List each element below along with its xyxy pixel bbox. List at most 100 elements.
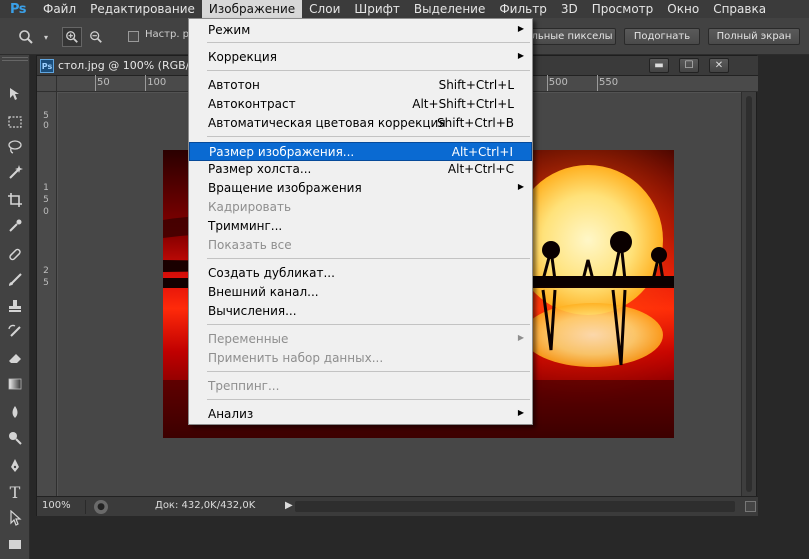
clone-stamp-tool-icon[interactable] (4, 295, 26, 317)
menu-item-shortcut: Shift+Ctrl+B (437, 116, 514, 130)
vertical-scrollbar[interactable] (741, 92, 756, 496)
ruler-origin[interactable] (37, 76, 57, 92)
gradient-tool-icon[interactable] (4, 373, 26, 395)
crop-tool-icon[interactable] (4, 189, 26, 211)
menu-separator (207, 258, 530, 259)
actual-pixels-button[interactable]: льные пикселы (528, 28, 616, 45)
vertical-ruler[interactable]: 5015025 (37, 92, 57, 496)
menu-item-calculations[interactable]: Вычисления... (189, 302, 532, 321)
menu-help[interactable]: Справка (706, 0, 773, 18)
eyedropper-tool-icon[interactable] (4, 215, 26, 237)
document-title: стол.jpg @ 100% (RGB/8 (58, 59, 197, 72)
menu-item-label: Размер холста... (208, 162, 312, 176)
fill-screen-button[interactable]: Полный экран (708, 28, 800, 45)
ruler-v-label: 0 (43, 207, 49, 217)
menu-item-image-rotation[interactable]: Вращение изображения ▶ (189, 179, 532, 198)
menu-item-label: Вычисления... (208, 304, 297, 318)
zoom-out-icon[interactable] (86, 27, 106, 47)
status-info-icon[interactable]: ● (94, 500, 108, 514)
zoom-tool-icon[interactable] (16, 27, 36, 47)
menu-item-label: Переменные (208, 332, 289, 346)
fit-screen-button[interactable]: Подогнать (624, 28, 700, 45)
rectangle-tool-icon[interactable] (4, 533, 26, 555)
menu-item-mode[interactable]: Режим ▶ (189, 21, 532, 40)
pen-tool-icon[interactable] (4, 455, 26, 477)
menu-item-apply-image[interactable]: Внешний канал... (189, 283, 532, 302)
menu-item-label: Создать дубликат... (208, 266, 335, 280)
menu-layers[interactable]: Слои (302, 0, 347, 18)
photoshop-window: Ps Файл Редактирование Изображение Слои … (0, 0, 809, 559)
minimize-button[interactable]: ▬ (649, 58, 669, 73)
ruler-h-tick (95, 75, 96, 91)
menu-item-shortcut: Alt+Ctrl+C (447, 162, 514, 176)
menu-item-label: Коррекция (208, 50, 277, 64)
menu-edit[interactable]: Редактирование (83, 0, 202, 18)
document-info: Док: 432,0K/432,0K (155, 500, 256, 511)
menu-item-auto-tone[interactable]: Автотон Shift+Ctrl+L (189, 76, 532, 95)
menu-separator (207, 70, 530, 71)
panel-grip[interactable] (2, 57, 28, 61)
menu-select[interactable]: Выделение (407, 0, 492, 18)
resize-windows-label: Настр. р (145, 29, 190, 40)
menu-separator (207, 371, 530, 372)
menubar: Ps Файл Редактирование Изображение Слои … (0, 0, 809, 18)
menu-item-canvas-size[interactable]: Размер холста... Alt+Ctrl+C (189, 160, 532, 179)
menu-file[interactable]: Файл (36, 0, 83, 18)
zoom-level[interactable]: 100% (42, 500, 71, 511)
path-selection-tool-icon[interactable] (4, 507, 26, 529)
lasso-tool-icon[interactable] (4, 136, 26, 158)
menu-type[interactable]: Шрифт (347, 0, 407, 18)
resize-windows-checkbox[interactable] (128, 31, 139, 42)
menu-item-crop: Кадрировать (189, 198, 532, 217)
brush-tool-icon[interactable] (4, 269, 26, 291)
menu-item-label: Анализ (208, 407, 254, 421)
menu-item-auto-color[interactable]: Автоматическая цветовая коррекция Shift+C… (189, 114, 532, 133)
menu-item-label: Вращение изображения (208, 181, 362, 195)
maximize-button[interactable]: ☐ (679, 58, 699, 73)
eraser-tool-icon[interactable] (4, 347, 26, 369)
ruler-v-label: 0 (43, 121, 49, 131)
submenu-arrow-icon: ▶ (517, 24, 524, 33)
menu-item-label: Кадрировать (208, 200, 292, 214)
menu-image[interactable]: Изображение (201, 0, 303, 18)
menu-item-image-size[interactable]: Размер изображения... Alt+Ctrl+I (189, 142, 532, 161)
menu-filter[interactable]: Фильтр (492, 0, 553, 18)
status-menu-arrow-icon[interactable]: ▶ (285, 500, 293, 511)
ruler-h-label: 500 (548, 77, 568, 88)
ruler-h-tick (597, 75, 598, 91)
type-tool-icon[interactable]: T (4, 481, 26, 503)
menu-item-duplicate[interactable]: Создать дубликат... (189, 264, 532, 283)
menu-item-trim[interactable]: Тримминг... (189, 217, 532, 236)
menu-view[interactable]: Просмотр (585, 0, 661, 18)
blur-tool-icon[interactable] (4, 401, 26, 423)
magic-wand-tool-icon[interactable] (4, 161, 26, 183)
submenu-arrow-icon: ▶ (517, 182, 524, 191)
zoom-in-icon[interactable] (62, 27, 82, 47)
resize-grip[interactable] (745, 501, 756, 512)
ps-document-icon: Ps (40, 59, 54, 73)
menu-item-apply-data-set: Применить набор данных... (189, 349, 532, 368)
healing-brush-tool-icon[interactable] (4, 243, 26, 265)
tools-panel: T (0, 55, 30, 559)
submenu-arrow-icon: ▶ (517, 333, 524, 342)
dodge-tool-icon[interactable] (4, 427, 26, 449)
tool-preset-chevron-down-icon[interactable]: ▾ (36, 27, 56, 47)
ruler-v-label: 5 (43, 278, 49, 288)
menu-item-label: Размер изображения... (209, 145, 355, 159)
menu-window[interactable]: Окно (660, 0, 706, 18)
horizontal-scrollbar[interactable] (295, 501, 735, 512)
menu-item-adjustments[interactable]: Коррекция ▶ (189, 48, 532, 67)
marquee-tool-icon[interactable] (4, 111, 26, 133)
move-tool-icon[interactable] (4, 83, 26, 105)
menu-item-label: Автоматическая цветовая коррекция (208, 116, 446, 130)
close-button[interactable]: ✕ (709, 58, 729, 73)
history-brush-tool-icon[interactable] (4, 321, 26, 343)
menu-item-analysis[interactable]: Анализ ▶ (189, 405, 532, 424)
menu-item-label: Внешний канал... (208, 285, 319, 299)
menu-3d[interactable]: 3D (554, 0, 585, 18)
ruler-v-label: 1 (43, 183, 49, 193)
ruler-h-tick (145, 75, 147, 91)
menu-item-auto-contrast[interactable]: Автоконтраст Alt+Shift+Ctrl+L (189, 95, 532, 114)
ruler-h-label: 100 (147, 77, 167, 88)
menu-item-reveal-all: Показать все (189, 236, 532, 255)
